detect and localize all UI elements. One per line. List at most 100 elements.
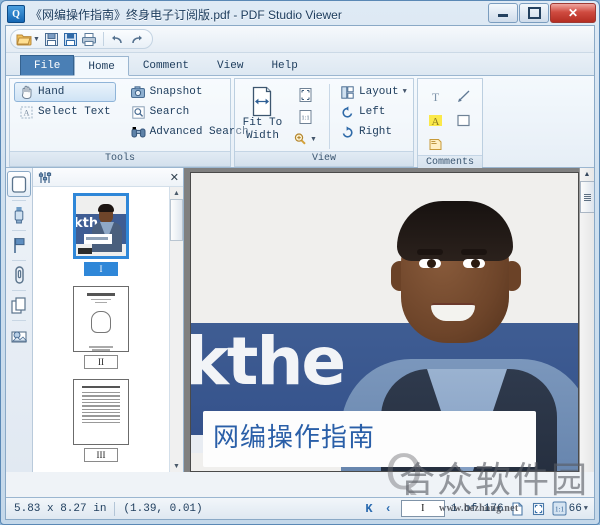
minimize-button[interactable]: [488, 3, 518, 23]
thumbnail-scroll-up-icon[interactable]: ▲: [173, 187, 180, 199]
thumbnail-scroll-down-icon[interactable]: ▼: [173, 460, 180, 472]
maximize-icon: [527, 7, 541, 19]
snapshot-button[interactable]: Snapshot: [126, 82, 232, 102]
hand-tool-button[interactable]: Hand: [14, 82, 116, 102]
layout-dropdown[interactable]: Layout ▼: [335, 82, 409, 102]
photo-background-text: kthe: [191, 323, 346, 400]
page-number-input[interactable]: I: [400, 500, 445, 517]
app-icon: Q: [7, 5, 25, 23]
pdf-page[interactable]: kthe 网编操作指南: [190, 172, 579, 472]
client-area: ▼ File Home Comment View Help Hand A Sel…: [5, 25, 595, 520]
qat-separator: [102, 32, 104, 46]
document-view: kthe 网编操作指南 ▲: [184, 168, 594, 472]
hand-icon: [19, 85, 34, 100]
save-icon[interactable]: [42, 30, 61, 49]
advanced-search-button[interactable]: Advanced Search: [126, 122, 249, 142]
svg-text:1:1: 1:1: [301, 115, 309, 122]
first-page-button[interactable]: K: [362, 502, 375, 516]
sidebar-item-attachments[interactable]: [8, 263, 30, 287]
page-title-text: 网编操作指南: [213, 423, 376, 453]
sticky-note-comment-button[interactable]: [422, 133, 448, 155]
icon-separator: [12, 290, 26, 291]
view-group-title: View: [235, 151, 413, 166]
rectangle-comment-button[interactable]: [450, 109, 476, 131]
text-comment-button[interactable]: T: [422, 85, 448, 107]
cursor-position-label: (1.39, 0.01): [123, 502, 203, 515]
sidebar-item-stamps[interactable]: [8, 323, 30, 347]
sidebar-item-pages[interactable]: [7, 171, 31, 197]
thumbnail-label-2[interactable]: II: [84, 355, 118, 370]
hand-tool-label: Hand: [38, 86, 65, 98]
close-button[interactable]: ✕: [550, 3, 596, 23]
photo-mouth: [431, 303, 475, 321]
photo-pupil-left: [427, 259, 436, 268]
thumbnail-panel-header: ✕: [33, 168, 183, 187]
ribbon-group-view: Fit To Width 1:1 ▼ Layout ▼ Left Right V…: [234, 78, 414, 167]
zoom-dropdown-caret[interactable]: ▼: [310, 136, 317, 143]
zoom-control[interactable]: 1:1 66 ▼: [552, 501, 590, 516]
thumbnail-page-3[interactable]: [73, 379, 129, 445]
previous-page-button[interactable]: ‹: [382, 502, 395, 516]
select-text-label: Select Text: [38, 106, 111, 118]
arrow-comment-button[interactable]: [450, 85, 476, 107]
search-button[interactable]: Search: [126, 102, 232, 122]
undo-icon[interactable]: [108, 30, 127, 49]
tab-help[interactable]: Help: [257, 55, 311, 75]
thumbnail-list: kth I II III ▲ ▼: [33, 187, 183, 472]
open-file-icon[interactable]: [14, 30, 33, 49]
thumbnail-panel-close[interactable]: ✕: [170, 171, 179, 184]
zoom-in-button[interactable]: [291, 129, 309, 149]
thumbnail-scrollbar[interactable]: ▲ ▼: [169, 187, 183, 472]
rotate-right-icon: [340, 125, 355, 140]
sidebar-item-signature[interactable]: [8, 203, 30, 227]
maximize-button[interactable]: [519, 3, 549, 23]
panel-icon-bar: [6, 168, 33, 472]
thumbnail-scrollbar-thumb[interactable]: [170, 199, 183, 241]
layout-caret[interactable]: ▼: [403, 88, 407, 96]
sliders-icon[interactable]: [37, 170, 52, 185]
photo-pupil-right: [471, 259, 480, 268]
next-page-button[interactable]: [510, 501, 525, 516]
rotate-right-label: Right: [359, 126, 393, 138]
sidebar-item-bookmarks[interactable]: [8, 233, 30, 257]
fit-to-width-button[interactable]: Fit To Width: [239, 82, 286, 151]
application-window: Q 《网编操作指南》终身电子订阅版.pdf - PDF Studio Viewe…: [0, 0, 600, 525]
minimize-icon: [498, 14, 508, 17]
ribbon-group-comments: T A Comments: [417, 78, 483, 170]
page-title-banner: 网编操作指南: [203, 411, 536, 467]
search-icon: [131, 105, 146, 120]
document-scrollbar[interactable]: ▲: [579, 168, 594, 472]
print-icon[interactable]: [80, 30, 99, 49]
quick-access-group: ▼: [10, 29, 153, 49]
rotate-right-button[interactable]: Right: [335, 122, 409, 142]
icon-separator: [12, 260, 26, 261]
window-title: 《网编操作指南》终身电子订阅版.pdf - PDF Studio Viewer: [30, 7, 342, 22]
sidebar-item-layers[interactable]: [8, 293, 30, 317]
redo-icon[interactable]: [127, 30, 146, 49]
save-as-icon[interactable]: [61, 30, 80, 49]
last-page-button[interactable]: [531, 501, 546, 516]
photo-brow-left: [417, 249, 443, 255]
tab-comment[interactable]: Comment: [129, 55, 203, 75]
zoom-caret-icon[interactable]: ▼: [584, 505, 588, 513]
main-split: ✕ kth I II III ▲ ▼ kthe 网编操作指南 ▲: [6, 168, 594, 472]
svg-text:A: A: [431, 116, 439, 128]
fit-page-button[interactable]: [295, 85, 315, 105]
thumbnail-label-1[interactable]: I: [84, 262, 118, 277]
actual-size-button[interactable]: 1:1: [295, 107, 315, 127]
select-text-button[interactable]: A Select Text: [14, 102, 116, 122]
tab-file[interactable]: File: [20, 55, 75, 75]
document-scrollbar-thumb[interactable]: [579, 181, 594, 213]
tab-view[interactable]: View: [203, 55, 257, 75]
camera-icon: [131, 85, 146, 100]
rotate-left-button[interactable]: Left: [335, 102, 409, 122]
thumbnail-label-3[interactable]: III: [84, 447, 118, 462]
tab-home[interactable]: Home: [74, 56, 129, 76]
thumbnail-page-1[interactable]: kth: [73, 193, 129, 260]
page-count-label: 1 of 176: [450, 502, 504, 515]
zoom-icon[interactable]: 1:1: [552, 501, 567, 516]
document-scroll-up-icon[interactable]: ▲: [584, 168, 591, 181]
highlight-comment-button[interactable]: A: [422, 109, 448, 131]
open-dropdown-caret[interactable]: ▼: [33, 36, 40, 43]
thumbnail-page-2[interactable]: [73, 286, 129, 353]
